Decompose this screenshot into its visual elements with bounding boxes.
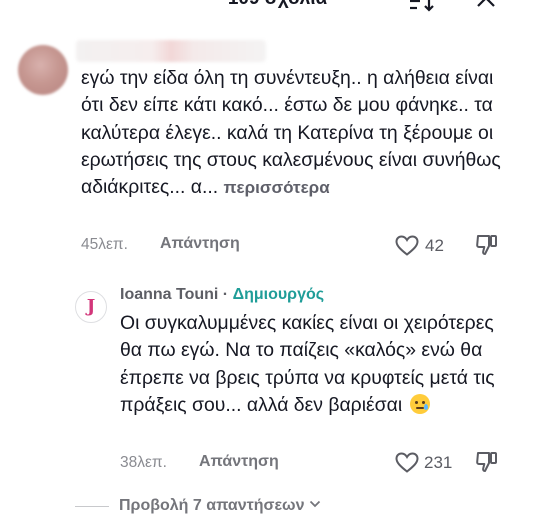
author-separator: · [218,286,233,303]
smiling-face-with-tear-emoji [409,393,430,414]
reply-button[interactable]: Απάντηση [199,453,279,471]
avatar[interactable] [18,45,68,95]
reply-author-line: Ioanna Touni · Δημιουργός [120,286,324,304]
heart-outline-icon[interactable] [395,452,419,473]
creator-avatar[interactable]: J [75,291,107,323]
close-icon[interactable] [474,0,498,10]
comments-count-title: 109 σχόλια [0,0,555,10]
heart-outline-icon[interactable] [395,235,419,256]
creator-badge: Δημιουργός [232,286,325,303]
reply-button[interactable]: Απάντηση [160,235,240,253]
comment-text: εγώ την είδα όλη τη συνέντευξη.. η αλήθε… [81,65,521,201]
like-count: 231 [424,453,453,472]
view-replies-label: Προβολή 7 απαντήσεων [119,497,305,514]
reply-time: 38λεπ. [120,454,167,471]
thumbs-down-icon[interactable] [475,234,499,256]
thumbs-down-icon[interactable] [475,451,499,473]
comment-time: 45λεπ. [81,236,128,253]
reply-author-name[interactable]: Ioanna Touni [120,286,218,303]
view-replies-button[interactable]: Προβολή 7 απαντήσεων [119,497,321,515]
reply-text: Οι συγκαλυμμένες κακίες είναι οι χειρότε… [120,310,520,419]
username-blurred[interactable] [76,40,266,62]
chevron-down-icon [309,500,321,508]
sort-icon[interactable] [409,0,435,12]
reply-body: Οι συγκαλυμμένες κακίες είναι οι χειρότε… [120,312,495,416]
see-more-link[interactable]: περισσότερα [224,178,330,197]
comments-header: 109 σχόλια [0,0,555,16]
like-count: 42 [425,236,444,255]
replies-divider [75,506,109,507]
